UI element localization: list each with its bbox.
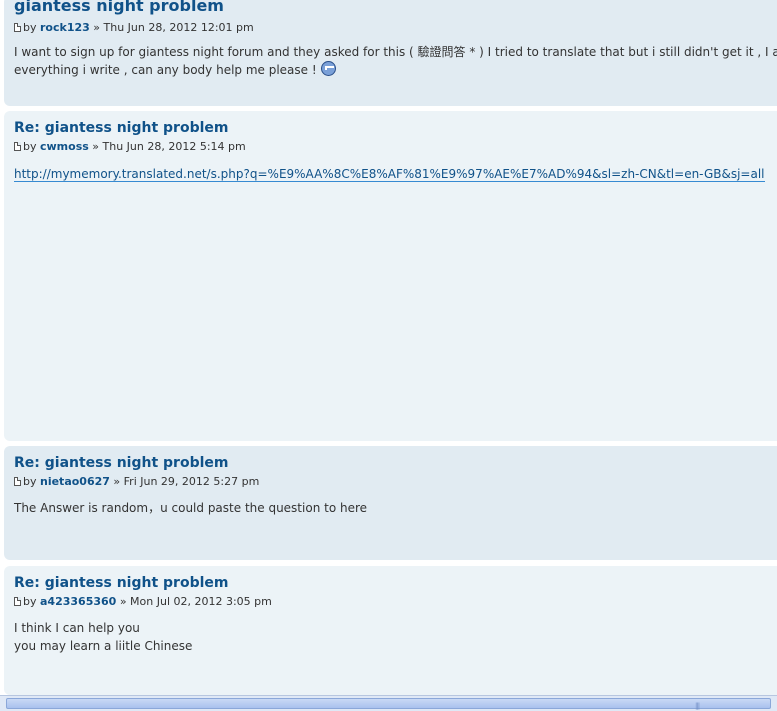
post-4: Re: giantess night problem by a423365360… — [4, 566, 777, 695]
content-line: I think I can help you — [14, 621, 140, 635]
post-content: The Answer is random，u could paste the q… — [14, 499, 777, 517]
post-content: I want to sign up for giantess night for… — [14, 43, 777, 79]
scrollbar-thumb[interactable]: ||| — [6, 698, 771, 710]
grip-icon: ||| — [695, 702, 700, 710]
author-link[interactable]: rock123 — [40, 21, 90, 34]
post-title[interactable]: Re: giantess night problem — [14, 566, 777, 592]
content-line: everything i write , can any body help m… — [14, 61, 777, 79]
horizontal-scrollbar[interactable]: ||| — [0, 695, 777, 711]
post-author-line: by a423365360 » Mon Jul 02, 2012 3:05 pm — [14, 595, 777, 609]
post-2: Re: giantess night problem by cwmoss » T… — [4, 111, 777, 441]
post-title[interactable]: Re: giantess night problem — [14, 446, 777, 472]
post-3: Re: giantess night problem by nietao0627… — [4, 446, 777, 560]
post-content: http://mymemory.translated.net/s.php?q=%… — [14, 165, 777, 183]
document-icon[interactable] — [14, 477, 21, 486]
content-line: you may learn a liitle Chinese — [14, 639, 193, 653]
post-title[interactable]: Re: giantess night problem — [14, 111, 777, 137]
document-icon[interactable] — [14, 597, 21, 606]
content-line: The Answer is random，u could paste the q… — [14, 501, 368, 515]
post-author-line: by cwmoss » Thu Jun 28, 2012 5:14 pm — [14, 140, 777, 154]
content-line: I want to sign up for giantess night for… — [14, 45, 777, 59]
post-date: » Fri Jun 29, 2012 5:27 pm — [113, 475, 260, 488]
post-date: » Thu Jun 28, 2012 5:14 pm — [92, 140, 246, 153]
post-author-line: by nietao0627 » Fri Jun 29, 2012 5:27 pm — [14, 475, 777, 489]
post-author-line: by rock123 » Thu Jun 28, 2012 12:01 pm — [14, 21, 777, 35]
post-date: » Thu Jun 28, 2012 12:01 pm — [93, 21, 254, 34]
document-icon[interactable] — [14, 142, 21, 151]
document-icon[interactable] — [14, 23, 21, 32]
author-link[interactable]: nietao0627 — [40, 475, 110, 488]
post-date: » Mon Jul 02, 2012 3:05 pm — [119, 595, 272, 608]
author-link[interactable]: cwmoss — [40, 140, 89, 153]
post-1: giantess night problem by rock123 » Thu … — [4, 0, 777, 106]
post-title[interactable]: giantess night problem — [14, 0, 777, 15]
author-link[interactable]: a423365360 — [40, 595, 116, 608]
crying-smiley-icon — [320, 61, 336, 76]
post-content: I think I can help you you may learn a l… — [14, 619, 777, 655]
translation-link[interactable]: http://mymemory.translated.net/s.php?q=%… — [14, 167, 765, 182]
